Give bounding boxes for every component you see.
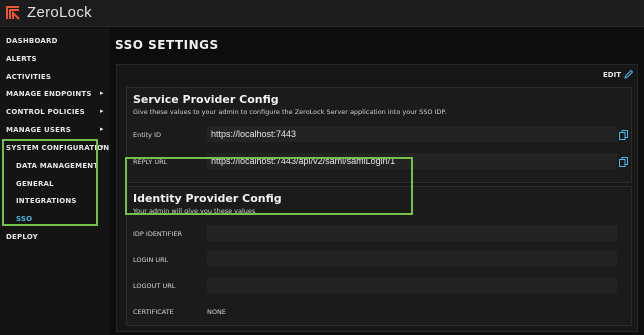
sidebar-item-alerts[interactable]: ALERTS (6, 55, 37, 63)
chevron-down-icon[interactable]: ▾ (100, 143, 104, 151)
idp-identifier-label: IDP IDENTIFIER (133, 230, 182, 238)
sidebar-item-manage-endpoints[interactable]: MANAGE ENDPOINTS (6, 90, 92, 98)
login-url-field (207, 251, 617, 267)
entity-id-label: Entity ID (133, 131, 161, 139)
pencil-icon[interactable] (624, 69, 634, 79)
highlight-box-system-configuration (2, 139, 98, 226)
sidebar-item-deploy[interactable]: DEPLOY (6, 233, 38, 241)
logout-url-field (207, 277, 617, 293)
service-provider-title: Service Provider Config (133, 93, 279, 106)
chevron-right-icon[interactable]: ▸ (100, 89, 104, 97)
sidebar-item-control-policies[interactable]: CONTROL POLICIES (6, 108, 85, 116)
login-url-label: LOGIN URL (133, 256, 169, 264)
certificate-label: CERTIFICATE (133, 308, 174, 316)
copy-icon[interactable] (619, 130, 628, 140)
edit-button[interactable]: EDIT (603, 71, 621, 79)
idp-identifier-field (207, 225, 617, 241)
top-bar: ZeroLock (0, 0, 644, 27)
sso-settings-card: EDIT Service Provider Config Give these … (116, 64, 638, 332)
highlight-box-service-provider-fields (125, 157, 413, 215)
logout-url-label: LOGOUT URL (133, 282, 176, 290)
entity-id-field: https://localhost:7443 (207, 126, 617, 142)
service-provider-subtitle: Give these values to your admin to confi… (133, 108, 447, 116)
app-title: ZeroLock (27, 4, 92, 21)
copy-icon[interactable] (619, 157, 628, 167)
chevron-right-icon[interactable]: ▸ (100, 125, 104, 133)
chevron-right-icon[interactable]: ▸ (100, 107, 104, 115)
sidebar-item-manage-users[interactable]: MANAGE USERS (6, 126, 71, 134)
zerolock-logo-icon (6, 6, 20, 20)
main-content: SSO SETTINGS EDIT Service Provider Confi… (111, 28, 644, 335)
sidebar-item-dashboard[interactable]: DASHBOARD (6, 37, 58, 45)
entity-id-value: https://localhost:7443 (211, 129, 297, 139)
certificate-value: NONE (207, 308, 226, 316)
page-title: SSO SETTINGS (115, 38, 219, 52)
sidebar-item-activities[interactable]: ACTIVITIES (6, 73, 51, 81)
